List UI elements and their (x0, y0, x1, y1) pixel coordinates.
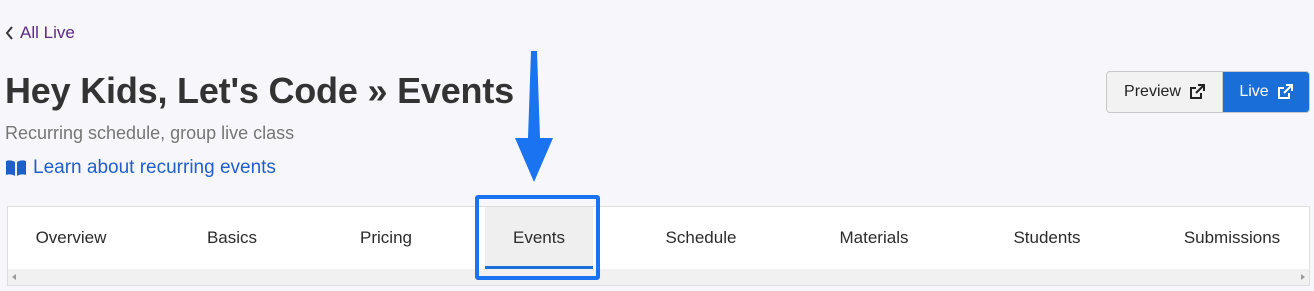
tab-basics[interactable]: Basics (169, 207, 295, 269)
learn-recurring-events-link[interactable]: Learn about recurring events (5, 157, 276, 179)
book-open-icon (6, 160, 26, 176)
tab-label: Schedule (665, 228, 737, 247)
external-link-icon (1189, 84, 1205, 99)
tab-events[interactable]: Events (485, 207, 593, 269)
tab-submissions[interactable]: Submissions (1158, 207, 1306, 269)
tab-bar: Overview Basics Pricing Events Schedule … (7, 206, 1310, 286)
back-link-all-live[interactable]: All Live (5, 23, 75, 43)
down-arrow-icon (515, 51, 553, 182)
view-toggle-group: Preview Live (1106, 71, 1310, 113)
live-label: Live (1239, 83, 1269, 100)
scroll-left-icon[interactable] (12, 274, 16, 280)
tab-pricing[interactable]: Pricing (323, 207, 449, 269)
preview-button[interactable]: Preview (1107, 72, 1223, 112)
horizontal-scrollbar[interactable] (8, 269, 1309, 285)
tab-schedule[interactable]: Schedule (638, 207, 764, 269)
preview-label: Preview (1124, 83, 1181, 100)
tab-label: Pricing (360, 228, 412, 247)
external-link-icon (1277, 84, 1293, 99)
tab-label: Events (513, 228, 565, 247)
tab-label: Overview (35, 228, 107, 247)
chevron-left-icon (5, 26, 13, 40)
live-button[interactable]: Live (1223, 72, 1309, 112)
back-link-label: All Live (20, 23, 75, 42)
tab-materials[interactable]: Materials (808, 207, 940, 269)
tab-label: Basics (206, 228, 258, 247)
tab-label: Submissions (1183, 228, 1281, 247)
scroll-right-icon[interactable] (1301, 274, 1305, 280)
tab-overview[interactable]: Overview (8, 207, 134, 269)
page-title: Hey Kids, Let's Code » Events (5, 70, 514, 111)
page-subtitle: Recurring schedule, group live class (5, 123, 295, 143)
tab-label: Students (1013, 228, 1081, 247)
tab-students[interactable]: Students (984, 207, 1110, 269)
tab-label: Materials (839, 228, 909, 247)
learn-link-label: Learn about recurring events (33, 157, 276, 178)
